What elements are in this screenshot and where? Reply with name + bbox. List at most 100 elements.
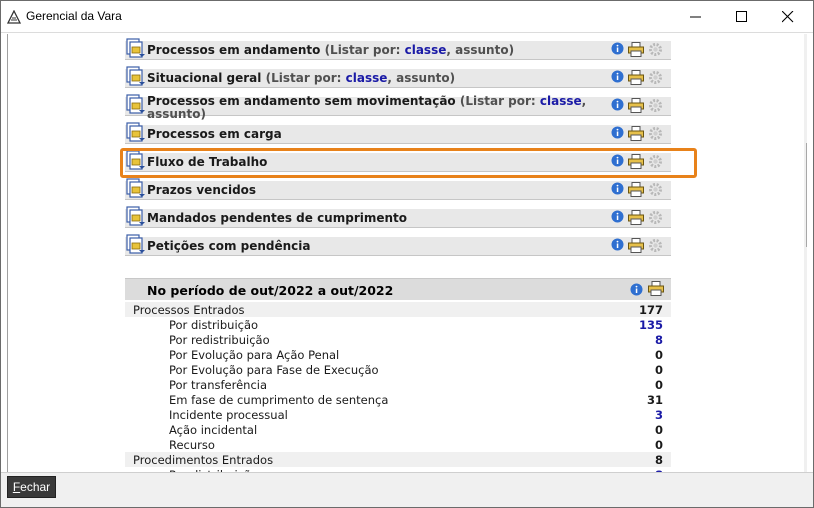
stats-row-label: Por transferência	[169, 378, 268, 392]
info-icon[interactable]	[611, 238, 624, 251]
stats-row-value: 0	[654, 438, 663, 452]
stats-row-label: Por distribuição	[169, 318, 259, 332]
gear-icon[interactable]	[648, 98, 663, 113]
print-icon[interactable]	[628, 42, 644, 57]
stats-row-label: Em fase de cumprimento de sentença	[169, 393, 389, 407]
maximize-icon	[736, 11, 747, 22]
gear-icon[interactable]	[648, 238, 663, 253]
maximize-button[interactable]	[719, 1, 765, 33]
stats-row-label: Por Evolução para Ação Penal	[169, 348, 340, 362]
stats-row: Procedimentos Entrados 8	[125, 452, 671, 467]
stats-row-value[interactable]: 135	[639, 318, 663, 332]
menu-label-prazos-vencidos[interactable]: Prazos vencidos	[147, 183, 607, 198]
close-window-button[interactable]	[765, 1, 811, 33]
close-icon	[782, 11, 794, 23]
stats-row: Incidente processual 3	[125, 407, 671, 422]
stats-period-title: No período de out/2022 a out/2022	[147, 283, 394, 298]
vertical-scrollbar[interactable]	[804, 34, 807, 472]
report-document-icon[interactable]	[125, 233, 145, 255]
print-icon[interactable]	[628, 98, 644, 113]
stats-row-value: 0	[654, 348, 663, 362]
menu-label-situacional-geral[interactable]: Situacional geral	[147, 71, 261, 85]
stats-row-value[interactable]: 8	[655, 333, 663, 347]
stats-row-value[interactable]: 3	[655, 408, 663, 422]
menu-label-processos-andamento[interactable]: Processos em andamento	[147, 43, 320, 57]
minimize-button[interactable]	[673, 1, 719, 33]
stats-header: No período de out/2022 a out/2022	[125, 278, 671, 300]
gear-icon[interactable]	[648, 126, 663, 141]
info-icon[interactable]	[611, 42, 624, 55]
info-icon[interactable]	[611, 70, 624, 83]
gear-icon[interactable]	[648, 70, 663, 85]
menu-row-processos-sem-movimentacao: Processos em andamento sem movimentação …	[125, 94, 671, 121]
menu-label-processos-em-carga[interactable]: Processos em carga	[147, 127, 607, 142]
stats-row-label: Processos Entrados	[133, 303, 245, 317]
link-classe[interactable]: classe	[540, 94, 582, 108]
stats-row: Ação incidental 0	[125, 422, 671, 437]
report-document-icon[interactable]	[125, 93, 145, 115]
menu-label-mandados-pendentes[interactable]: Mandados pendentes de cumprimento	[147, 211, 607, 226]
stats-row-label: Incidente processual	[169, 408, 288, 422]
stats-row: Por Evolução para Ação Penal 0	[125, 347, 671, 362]
menu-row-situacional-geral: Situacional geral (Listar por: classe, a…	[125, 66, 671, 88]
footer-bar: Fechar	[1, 472, 813, 507]
scrollbar-thumb[interactable]	[806, 143, 807, 247]
app-window: Gerencial da Vara Processos em andamento…	[0, 0, 814, 508]
stats-row: Por redistribuição 8	[125, 332, 671, 347]
report-document-icon[interactable]	[125, 121, 145, 143]
menu-row-processos-andamento: Processos em andamento (Listar por: clas…	[125, 38, 671, 60]
stats-row-value: 177	[638, 303, 663, 317]
stats-row: Por Evolução para Fase de Execução 0	[125, 362, 671, 377]
stats-row: Recurso 0	[125, 437, 671, 452]
stats-row-label: Procedimentos Entrados	[133, 453, 274, 467]
gear-icon[interactable]	[648, 210, 663, 225]
stats-row-value: 31	[646, 393, 663, 407]
info-icon[interactable]	[611, 210, 624, 223]
window-title: Gerencial da Vara	[26, 9, 122, 23]
app-logo-icon	[7, 10, 21, 24]
stats-row-label: Recurso	[169, 438, 215, 452]
title-bar: Gerencial da Vara	[1, 1, 813, 33]
highlight-outline	[120, 148, 697, 178]
print-icon[interactable]	[628, 182, 644, 197]
report-document-icon[interactable]	[125, 177, 145, 199]
print-icon[interactable]	[628, 238, 644, 253]
link-assunto[interactable]: assunto	[396, 71, 449, 85]
menu-row-peticoes-pendencia: Petições com pendência	[125, 234, 671, 256]
report-document-icon[interactable]	[125, 65, 145, 87]
minimize-icon	[690, 16, 701, 18]
link-classe[interactable]: classe	[346, 71, 388, 85]
link-assunto[interactable]: assunto	[455, 43, 508, 57]
info-icon[interactable]	[611, 98, 624, 111]
gear-icon[interactable]	[648, 182, 663, 197]
stats-row: Em fase de cumprimento de sentença 31	[125, 392, 671, 407]
stats-row-label: Por redistribuição	[169, 333, 270, 347]
info-icon[interactable]	[630, 283, 643, 296]
stats-row-value: 0	[654, 378, 663, 392]
content-pane: Processos em andamento (Listar por: clas…	[7, 34, 807, 472]
print-icon[interactable]	[648, 281, 664, 296]
stats-row: Processos Entrados 177	[125, 302, 671, 317]
print-icon[interactable]	[628, 70, 644, 85]
link-assunto[interactable]: assunto	[147, 107, 200, 121]
stats-row-label: Ação incidental	[169, 423, 258, 437]
report-document-icon[interactable]	[125, 205, 145, 227]
stats-row: Por distribuição 135	[125, 317, 671, 332]
stats-row-value: 0	[654, 363, 663, 377]
print-icon[interactable]	[628, 210, 644, 225]
stats-row-label: Por Evolução para Fase de Execução	[169, 363, 379, 377]
report-document-icon[interactable]	[125, 37, 145, 59]
close-button[interactable]: Fechar	[7, 476, 56, 498]
info-icon[interactable]	[611, 182, 624, 195]
info-icon[interactable]	[611, 126, 624, 139]
print-icon[interactable]	[628, 126, 644, 141]
stats-row-value: 0	[654, 423, 663, 437]
stats-row-value: 8	[654, 453, 663, 467]
gear-icon[interactable]	[648, 42, 663, 57]
link-classe[interactable]: classe	[405, 43, 447, 57]
menu-label-processos-sem-movimentacao[interactable]: Processos em andamento sem movimentação	[147, 94, 456, 108]
menu-row-processos-em-carga: Processos em carga	[125, 122, 671, 144]
menu-row-prazos-vencidos: Prazos vencidos	[125, 178, 671, 200]
stats-row: Por transferência 0	[125, 377, 671, 392]
menu-label-peticoes-pendencia[interactable]: Petições com pendência	[147, 239, 607, 254]
